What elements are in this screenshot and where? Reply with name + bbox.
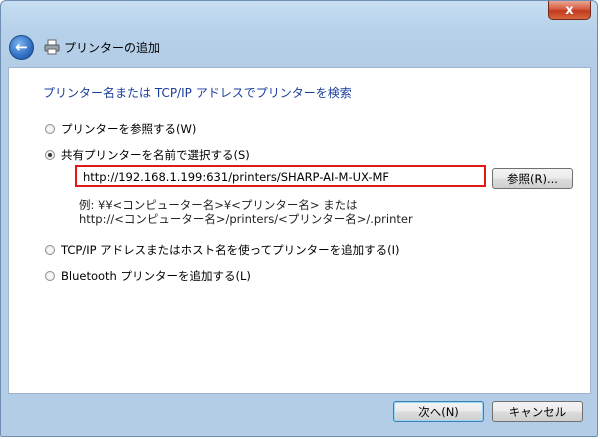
option-select-shared-printer[interactable]: 共有プリンターを名前で選択する(S) [45,147,250,163]
dialog-footer: 次へ(N) キャンセル [1,397,597,435]
example-line-1: 例: ¥¥<コンピューター名>¥<プリンター名> または [79,198,358,212]
cancel-button[interactable]: キャンセル [492,401,583,422]
back-arrow-icon: ← [15,38,28,56]
radio-browse-printer[interactable] [45,124,55,134]
close-icon: x [565,2,574,18]
radio-select-shared-printer[interactable] [45,150,55,160]
search-heading: プリンター名または TCP/IP アドレスでプリンターを検索 [43,86,352,100]
option-label: Bluetooth プリンターを追加する(L) [61,269,251,283]
option-bluetooth-printer[interactable]: Bluetooth プリンターを追加する(L) [45,268,251,284]
back-button[interactable]: ← [9,34,34,60]
option-label: 共有プリンターを名前で選択する(S) [61,148,250,162]
printer-icon [44,39,60,55]
next-button[interactable]: 次へ(N) [393,401,484,422]
dialog-content: プリンター名または TCP/IP アドレスでプリンターを検索 プリンターを参照す… [8,67,591,394]
option-tcpip-printer[interactable]: TCP/IP アドレスまたはホスト名を使ってプリンターを追加する(I) [45,242,399,258]
title-bar: x [1,1,597,31]
option-label: プリンターを参照する(W) [61,122,197,136]
add-printer-window: x ← プリンターの追加 プリンター名または TCP/IP アドレスでプリンター… [0,0,598,437]
printer-url-input[interactable]: http://192.168.1.199:631/printers/SHARP-… [75,165,486,187]
navigation-bar: ← プリンターの追加 [5,31,593,63]
option-label: TCP/IP アドレスまたはホスト名を使ってプリンターを追加する(I) [61,243,400,257]
browse-button[interactable]: 参照(R)... [492,168,573,189]
radio-bluetooth-printer[interactable] [45,271,55,281]
example-line-2: http://<コンピューター名>/printers/<プリンター名>/.pri… [79,212,413,226]
example-text: 例: ¥¥<コンピューター名>¥<プリンター名> または http://<コンピ… [79,198,413,226]
option-browse-printer[interactable]: プリンターを参照する(W) [45,121,196,137]
radio-tcpip-printer[interactable] [45,245,55,255]
page-title: プリンターの追加 [64,40,161,55]
close-button[interactable]: x [548,1,591,20]
